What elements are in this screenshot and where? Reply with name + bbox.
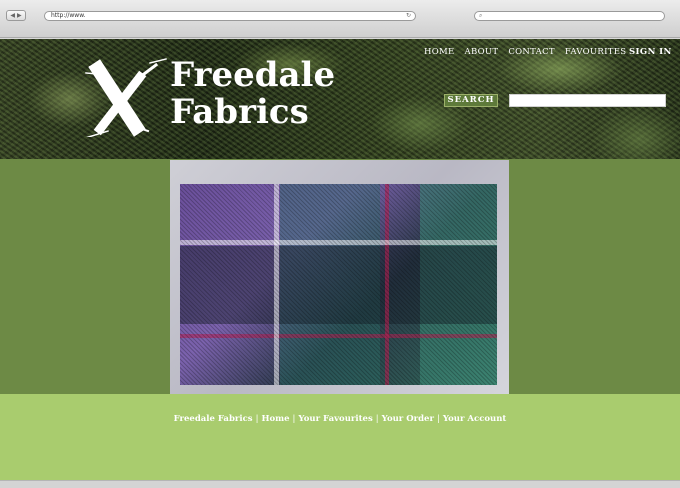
x-logo-icon[interactable] [78, 47, 168, 137]
footer-link-favourites[interactable]: Your Favourites [298, 414, 372, 424]
browser-bottom-edge [0, 480, 680, 488]
browser-toolbar: ◀ ▶ http://www. ↻ ⌕ [0, 0, 680, 38]
footer-links: Freedale Fabrics | Home | Your Favourites | Yo… [0, 414, 680, 424]
site-search-input[interactable] [509, 94, 666, 107]
address-bar[interactable]: http://www. ↻ [44, 11, 416, 21]
magnifier-icon: ⌕ [479, 12, 483, 19]
search-button[interactable]: SEARCH [444, 94, 498, 107]
logo-line-1: Freedale [170, 55, 336, 95]
main-content [0, 159, 680, 394]
back-forward-buttons[interactable]: ◀ ▶ [6, 10, 26, 21]
footer-separator: | [375, 414, 379, 424]
tartan-fabric-image[interactable] [180, 184, 497, 385]
footer-separator: | [436, 414, 440, 424]
main-nav: HOME ABOUT CONTACT FAVOURITES [424, 47, 626, 57]
footer-link-order[interactable]: Your Order [382, 414, 434, 424]
nav-about[interactable]: ABOUT [465, 47, 499, 57]
nav-contact[interactable]: CONTACT [508, 47, 555, 57]
browser-search-field[interactable]: ⌕ [474, 11, 665, 21]
site-logo-text[interactable]: Freedale Fabrics [170, 57, 335, 131]
footer-link-account[interactable]: Your Account [443, 414, 507, 424]
site-header: Freedale Fabrics HOME ABOUT CONTACT FAVO… [0, 39, 680, 159]
url-text: http://www. [51, 12, 86, 19]
footer-link-home[interactable]: Home [261, 414, 289, 424]
site-footer: Freedale Fabrics | Home | Your Favourites | Yo… [0, 394, 680, 480]
logo-line-2: Fabrics [170, 92, 309, 132]
back-arrow-icon[interactable]: ◀ [10, 12, 15, 19]
reload-icon[interactable]: ↻ [406, 12, 411, 20]
nav-favourites[interactable]: FAVOURITES [565, 47, 626, 57]
footer-link-brand[interactable]: Freedale Fabrics [174, 414, 253, 424]
forward-arrow-icon[interactable]: ▶ [17, 12, 22, 19]
nav-home[interactable]: HOME [424, 47, 455, 57]
sign-in-link[interactable]: SIGN IN [629, 47, 672, 57]
fabric-image-frame [170, 160, 509, 394]
